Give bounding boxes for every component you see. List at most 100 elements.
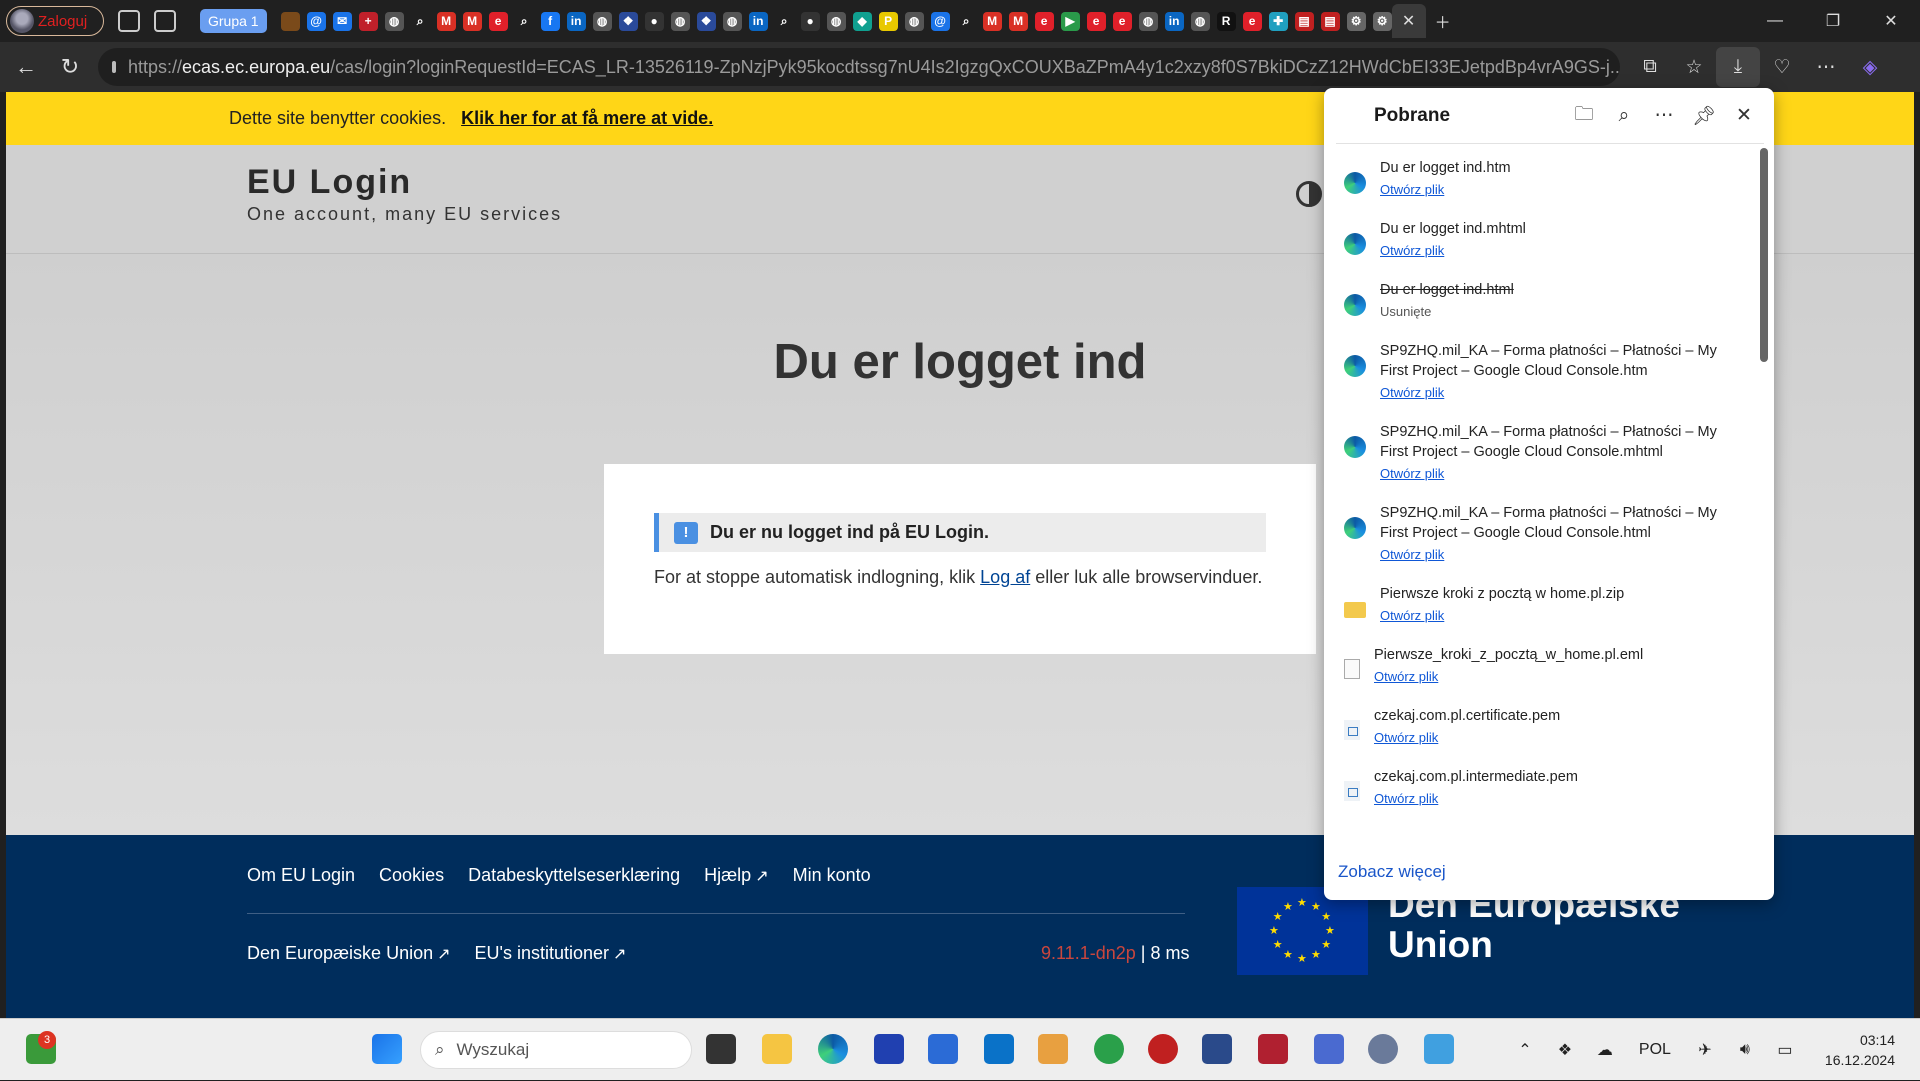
dropbox-icon[interactable]: ❖ — [1545, 1040, 1585, 1060]
app-icon[interactable] — [1258, 1034, 1288, 1064]
app-icon[interactable] — [1038, 1034, 1068, 1064]
language-indicator[interactable]: POL — [1625, 1041, 1685, 1059]
open-file-link[interactable]: Otwórz plik — [1374, 791, 1578, 806]
open-file-link[interactable]: Otwórz plik — [1380, 243, 1526, 258]
new-tab-icon[interactable]: ＋ — [1426, 4, 1460, 38]
e-red-icon[interactable]: e — [1034, 11, 1054, 31]
task-view-icon[interactable] — [706, 1034, 736, 1064]
download-item[interactable]: SP9ZHQ.mil_KA – Forma płatności – Płatno… — [1324, 495, 1754, 576]
footer-link-privacy[interactable]: Databeskyttelseserklæring — [468, 865, 680, 886]
volume-icon[interactable]: 🔊︎ — [1725, 1041, 1765, 1059]
github-icon[interactable]: ● — [800, 11, 820, 31]
globe-icon[interactable]: ◍ — [826, 11, 846, 31]
e-red-icon[interactable]: e — [1242, 11, 1262, 31]
footer-link-account[interactable]: Min konto — [793, 865, 871, 886]
search-icon[interactable]: ⌕ — [956, 11, 976, 31]
e-red-icon[interactable]: e — [1086, 11, 1106, 31]
tab-group-label[interactable]: Grupa 1 — [200, 9, 267, 33]
open-file-link[interactable]: Otwórz plik — [1374, 730, 1560, 745]
edge-icon[interactable] — [818, 1034, 848, 1064]
open-file-link[interactable]: Otwórz plik — [1380, 466, 1744, 481]
at-mail-icon[interactable]: @ — [306, 11, 326, 31]
diamond-icon[interactable]: ◆ — [852, 11, 872, 31]
footer-link-cookies[interactable]: Cookies — [379, 865, 444, 886]
active-tab-close-icon[interactable]: ✕ — [1391, 4, 1426, 38]
plus-red-icon[interactable]: + — [358, 11, 378, 31]
open-file-link[interactable]: Otwórz plik — [1380, 385, 1744, 400]
globe-icon[interactable]: ◍ — [722, 11, 742, 31]
pdf-icon[interactable]: ▤ — [1320, 11, 1340, 31]
p-yellow-icon[interactable]: P — [878, 11, 898, 31]
virtualbox-icon[interactable] — [1202, 1034, 1232, 1064]
file-explorer-icon[interactable] — [762, 1034, 792, 1064]
download-item[interactable]: Pierwsze_kroki_z_pocztą_w_home.pl.eml Otw… — [1324, 637, 1754, 698]
download-item[interactable]: Du er logget ind.htm Otwórz plik — [1324, 150, 1754, 211]
favorites-icon[interactable]: ☆ — [1672, 47, 1716, 87]
dropbox-icon[interactable]: ❖ — [618, 11, 638, 31]
dropbox-icon[interactable]: ❖ — [696, 11, 716, 31]
pin-icon[interactable]: 📌︎ — [1684, 104, 1724, 128]
refresh-icon[interactable]: ↻ — [48, 47, 92, 87]
taskbar-search-input[interactable]: ⌕ Wyszukaj — [420, 1031, 692, 1069]
extensions-icon[interactable]: ⧉ — [1628, 47, 1672, 87]
settings-icon[interactable] — [1368, 1034, 1398, 1064]
logout-link[interactable]: Log af — [980, 567, 1030, 587]
close-icon[interactable]: ✕ — [1724, 104, 1764, 127]
gear-icon[interactable]: ⚙ — [1372, 11, 1392, 31]
browser-essentials-icon[interactable]: ♡ — [1760, 47, 1804, 87]
download-item[interactable]: czekaj.com.pl.certificate.pem Otwórz plik — [1324, 698, 1754, 759]
windows-start-icon[interactable] — [372, 1034, 402, 1064]
play-icon[interactable]: ▶ — [1060, 11, 1080, 31]
vertical-tabs-icon[interactable] — [154, 10, 176, 32]
facebook-icon[interactable]: f — [540, 11, 560, 31]
open-folder-icon[interactable]: 🗀 — [1564, 100, 1604, 132]
close-window-icon[interactable]: ✕ — [1862, 0, 1920, 42]
contrast-toggle-icon[interactable] — [1296, 181, 1322, 207]
more-options-icon[interactable]: ⋯ — [1644, 104, 1684, 127]
gmail-icon[interactable]: M — [462, 11, 482, 31]
open-file-link[interactable]: Otwórz plik — [1380, 608, 1624, 623]
profile-button[interactable]: Zaloguj — [6, 6, 104, 36]
globe-icon[interactable]: ◍ — [1190, 11, 1210, 31]
copilot-icon[interactable]: ◈ — [1848, 47, 1892, 87]
e-red-icon[interactable]: e — [488, 11, 508, 31]
download-item[interactable]: Pierwsze kroki z pocztą w home.pl.zip Otw… — [1324, 576, 1754, 637]
at-mail-icon[interactable]: @ — [930, 11, 950, 31]
globe-icon[interactable]: ◍ — [1138, 11, 1158, 31]
app-icon[interactable] — [1314, 1034, 1344, 1064]
search-icon[interactable]: ⌕ — [514, 11, 534, 31]
battery-icon[interactable]: ▭ — [1765, 1040, 1805, 1060]
url-input[interactable]: https://ecas.ec.europa.eu/cas/login?logi… — [98, 48, 1620, 86]
onedrive-sync-icon[interactable]: ☁ — [1585, 1040, 1625, 1060]
search-icon[interactable]: ⌕ — [1604, 105, 1644, 127]
notepad-icon[interactable] — [1424, 1034, 1454, 1064]
app-icon[interactable] — [1148, 1034, 1178, 1064]
linkedin-icon[interactable]: in — [748, 11, 768, 31]
globe-icon[interactable]: ◍ — [592, 11, 612, 31]
gmail-icon[interactable]: M — [1008, 11, 1028, 31]
puzzle-icon[interactable]: ✚ — [1268, 11, 1288, 31]
search-icon[interactable]: ⌕ — [410, 11, 430, 31]
linkedin-icon[interactable]: in — [566, 11, 586, 31]
open-file-link[interactable]: Otwórz plik — [1380, 547, 1744, 562]
cookie-more-link[interactable]: Klik her for at få mere at vide. — [461, 108, 713, 129]
download-item[interactable]: Du er logget ind.mhtml Otwórz plik — [1324, 211, 1754, 272]
mail-icon[interactable]: ✉ — [332, 11, 352, 31]
download-item[interactable]: SP9ZHQ.mil_KA – Forma płatności – Płatno… — [1324, 414, 1754, 495]
globe-icon[interactable]: ◍ — [670, 11, 690, 31]
download-item[interactable]: czekaj.com.pl.intermediate.pem Otwórz pli… — [1324, 759, 1754, 820]
back-icon[interactable]: ← — [4, 47, 48, 87]
pdf-icon[interactable]: ▤ — [1294, 11, 1314, 31]
save-app-icon[interactable] — [874, 1034, 904, 1064]
footer-link-about[interactable]: Om EU Login — [247, 865, 355, 886]
github-icon[interactable]: ● — [644, 11, 664, 31]
gear-icon[interactable]: ⚙ — [1346, 11, 1366, 31]
globe-icon[interactable]: ◍ — [384, 11, 404, 31]
gmail-icon[interactable]: M — [982, 11, 1002, 31]
gmail-icon[interactable]: M — [436, 11, 456, 31]
scrollbar[interactable] — [1760, 148, 1768, 362]
workspaces-icon[interactable] — [118, 10, 140, 32]
e-red-icon[interactable]: e — [1112, 11, 1132, 31]
feather-icon[interactable] — [280, 11, 300, 31]
footer-link-help[interactable]: Hjælp ↗ — [704, 865, 768, 886]
